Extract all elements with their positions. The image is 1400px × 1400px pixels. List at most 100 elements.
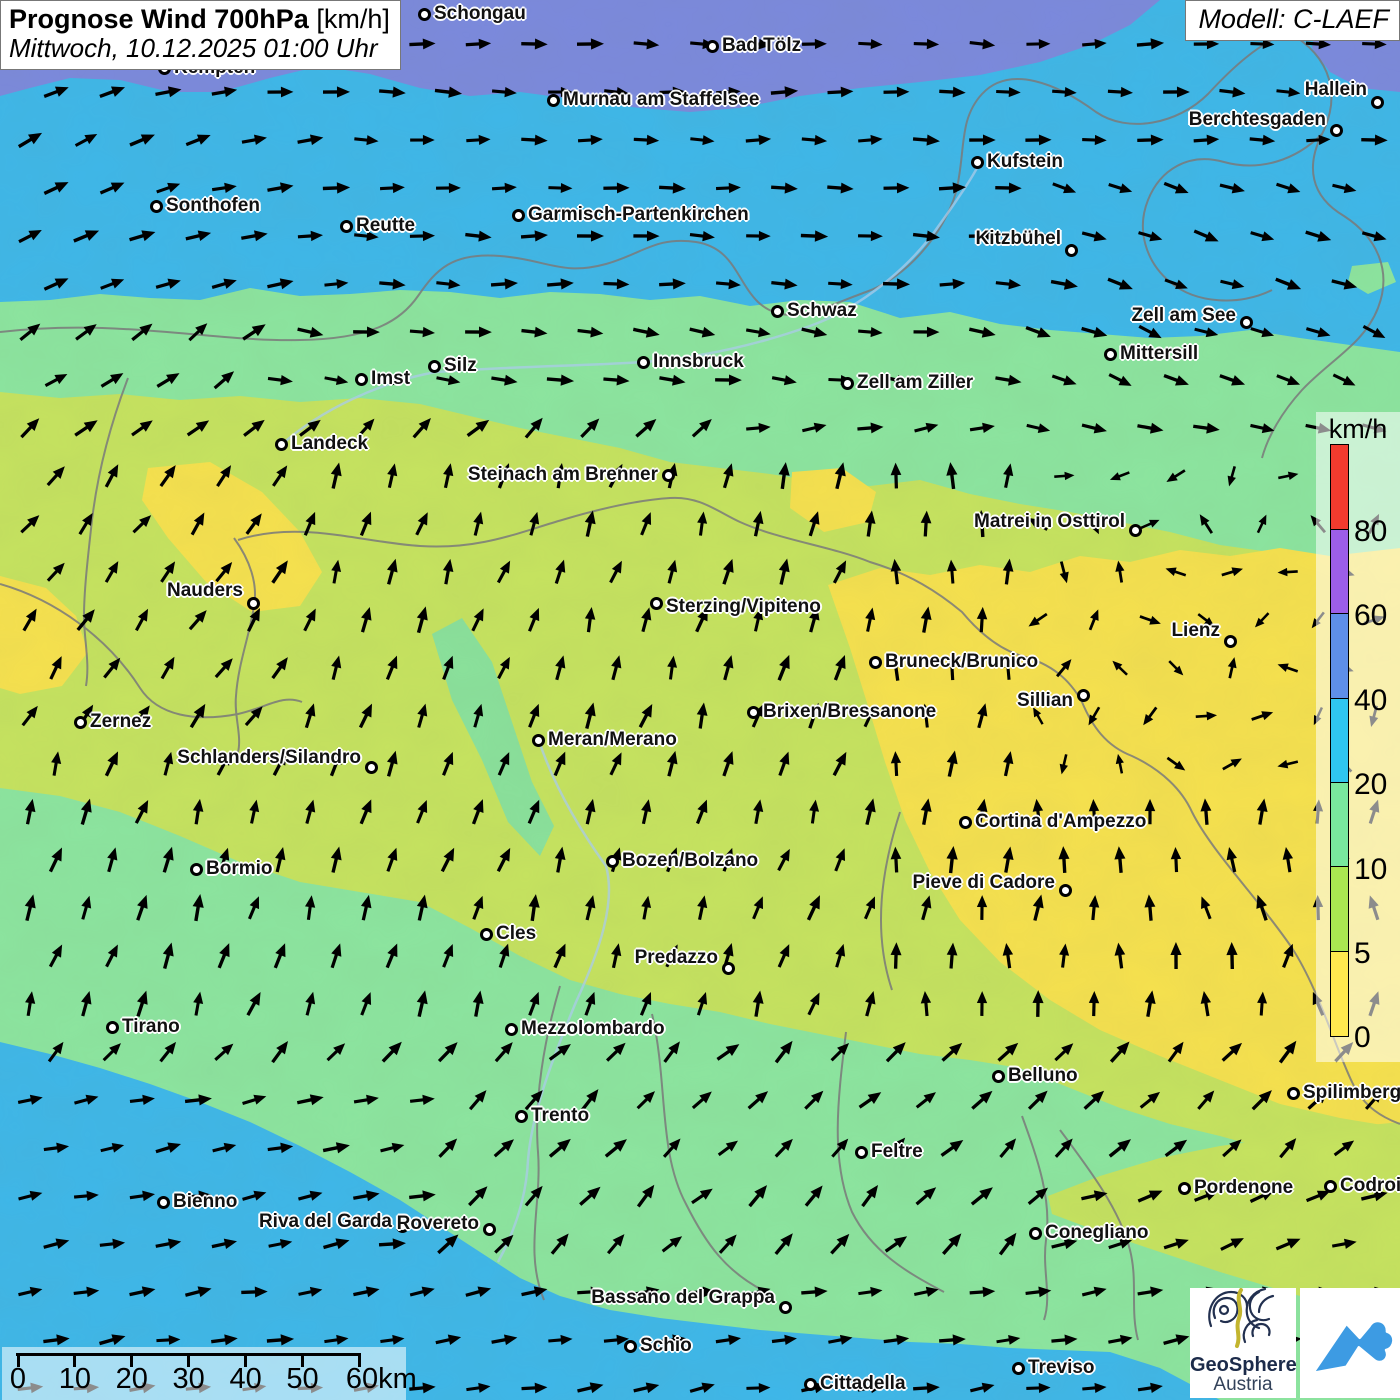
- city-dot: [74, 716, 87, 729]
- city-label: Sterzing/Vipiteno: [666, 596, 821, 618]
- city-dot: [418, 8, 431, 21]
- scale-label: 40: [229, 1363, 261, 1396]
- city-label: Hallein: [1305, 79, 1367, 101]
- city-label: Kitzbühel: [976, 228, 1062, 250]
- legend-block: [1330, 529, 1349, 615]
- city-dot: [722, 962, 735, 975]
- city-dot: [515, 1110, 528, 1123]
- wind-forecast-map: SchongauBad TölzKemptenMurnau am Staffel…: [0, 0, 1400, 1400]
- city-dot: [428, 360, 441, 373]
- city-label: Bienno: [173, 1191, 237, 1213]
- city-label: Schwaz: [787, 300, 857, 322]
- city-label: Bassano del Grappa: [591, 1287, 775, 1309]
- city-label: Landeck: [291, 433, 368, 455]
- city-label: Zell am See: [1131, 305, 1236, 327]
- legend-block: [1330, 866, 1349, 952]
- legend-value: 40: [1354, 684, 1387, 718]
- legend-block: [1330, 951, 1349, 1037]
- city-label: Cittadella: [820, 1373, 906, 1395]
- city-dot: [1012, 1362, 1025, 1375]
- city-dot: [547, 94, 560, 107]
- city-dot: [505, 1023, 518, 1036]
- city-label: Schongau: [434, 3, 526, 25]
- map-scale-bar: 0102030405060km: [2, 1347, 406, 1400]
- city-dot: [1371, 96, 1384, 109]
- city-label: Trento: [531, 1105, 589, 1127]
- scale-label: 20: [116, 1363, 148, 1396]
- city-label: Zernez: [90, 711, 151, 733]
- city-label: Mezzolombardo: [521, 1018, 665, 1040]
- city-dot: [1059, 884, 1072, 897]
- scale-label: 30: [173, 1363, 205, 1396]
- city-dot: [275, 438, 288, 451]
- city-label: Nauders: [167, 580, 243, 602]
- city-dot: [869, 656, 882, 669]
- forecast-timestamp: Mittwoch, 10.12.2025 01:00 Uhr: [9, 34, 390, 63]
- city-label: Codroipo: [1340, 1175, 1400, 1197]
- city-label: Rovereto: [397, 1213, 479, 1235]
- city-label: Pieve di Cadore: [912, 872, 1055, 894]
- city-dot: [841, 377, 854, 390]
- app-logo: [1300, 1288, 1400, 1398]
- wind-speed-legend: km/h 80 60 40 20 10 5 0: [1316, 412, 1400, 1062]
- city-label: Reutte: [356, 215, 415, 237]
- legend-value: 0: [1354, 1021, 1371, 1055]
- city-dot: [637, 356, 650, 369]
- city-dot: [804, 1378, 817, 1391]
- legend-block: [1330, 698, 1349, 784]
- legend-value: 5: [1354, 937, 1371, 971]
- city-label: Pordenone: [1194, 1177, 1293, 1199]
- city-label: Riva del Garda: [259, 1211, 392, 1233]
- city-label: Imst: [371, 368, 410, 390]
- legend-unit-label: km/h: [1316, 414, 1400, 445]
- city-dot: [512, 209, 525, 222]
- city-dot: [365, 761, 378, 774]
- scale-label: 50: [286, 1363, 318, 1396]
- city-label: Mittersill: [1120, 343, 1198, 365]
- legend-value: 80: [1354, 515, 1387, 549]
- city-label: Kufstein: [987, 151, 1063, 173]
- city-label: Matrei in Osttirol: [974, 511, 1125, 533]
- city-dot: [662, 469, 675, 482]
- city-dot: [150, 200, 163, 213]
- city-dot: [650, 597, 663, 610]
- legend-value: 10: [1354, 853, 1387, 887]
- city-label: Cortina d'Ampezzo: [975, 811, 1146, 833]
- city-dot: [1104, 348, 1117, 361]
- city-label: Treviso: [1028, 1357, 1095, 1379]
- city-dot: [190, 863, 203, 876]
- title-box: Prognose Wind 700hPa [km/h] Mittwoch, 10…: [0, 0, 401, 70]
- city-dot: [1330, 124, 1343, 137]
- geosphere-wordmark: GeoSphere: [1190, 1355, 1296, 1375]
- city-label: Berchtesgaden: [1189, 109, 1326, 131]
- city-dot: [480, 928, 493, 941]
- city-dot: [157, 1196, 170, 1209]
- city-dot: [1065, 244, 1078, 257]
- city-dot: [247, 597, 260, 610]
- city-label: Innsbruck: [653, 351, 744, 373]
- city-label: Schlanders/Silandro: [177, 747, 361, 769]
- legend-value: 60: [1354, 599, 1387, 633]
- city-label: Sonthofen: [166, 195, 260, 217]
- legend-block: [1330, 444, 1349, 530]
- city-dot: [340, 220, 353, 233]
- title-unit: [km/h]: [309, 4, 390, 34]
- city-dot: [1224, 635, 1237, 648]
- city-dot: [771, 305, 784, 318]
- city-label: Cles: [496, 923, 536, 945]
- scale-label: 60km: [346, 1363, 417, 1396]
- city-label: Predazzo: [635, 947, 718, 969]
- city-dot: [1178, 1182, 1191, 1195]
- city-label: Bormio: [206, 858, 273, 880]
- legend-block: [1330, 613, 1349, 699]
- scale-label: 0: [10, 1363, 26, 1396]
- legend-block: [1330, 782, 1349, 868]
- city-label: Brixen/Bressanone: [763, 701, 936, 723]
- city-dot: [483, 1223, 496, 1236]
- city-dot: [1129, 524, 1142, 537]
- city-dot: [106, 1021, 119, 1034]
- scale-label: 10: [59, 1363, 91, 1396]
- city-label: Bruneck/Brunico: [885, 651, 1038, 673]
- legend-value: 20: [1354, 768, 1387, 802]
- city-label: Zell am Ziller: [857, 372, 973, 394]
